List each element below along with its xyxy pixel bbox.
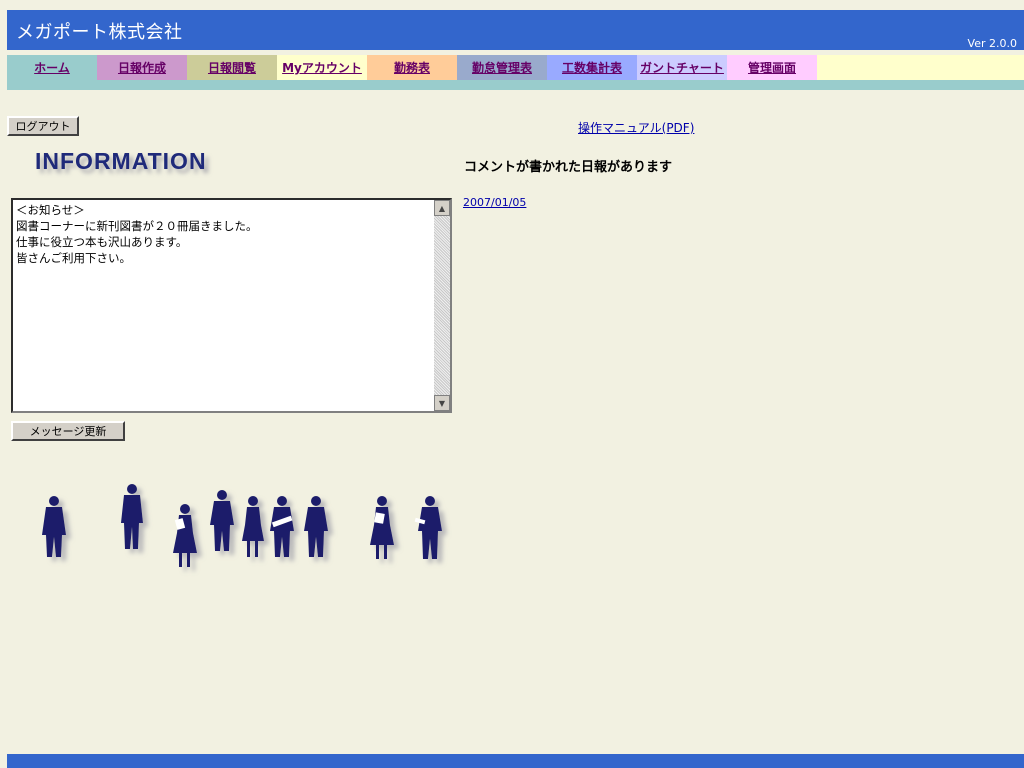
nav-create-report[interactable]: 日報作成	[97, 55, 187, 80]
scroll-down-icon[interactable]: ▼	[434, 395, 450, 411]
logout-button[interactable]: ログアウト	[7, 116, 79, 136]
scroll-up-icon[interactable]: ▲	[434, 200, 450, 216]
main-nav: ホーム 日報作成 日報閲覧 Myアカウント 勤務表 勤怠管理表 工数集計表 ガン…	[7, 55, 1024, 80]
information-logo: INFORMATION	[35, 148, 207, 174]
nav-underline-bar	[7, 80, 1024, 90]
nav-man-hours[interactable]: 工数集計表	[547, 55, 637, 80]
app-header: メガポート株式会社 Ver 2.0.0	[7, 10, 1024, 50]
update-message-button[interactable]: メッセージ更新	[11, 421, 125, 441]
nav-attendance[interactable]: 勤怠管理表	[457, 55, 547, 80]
comment-notice-heading: コメントが書かれた日報があります	[464, 160, 673, 175]
nav-view-reports[interactable]: 日報閲覧	[187, 55, 277, 80]
version-label: Ver 2.0.0	[967, 37, 1017, 50]
comment-report-date-link[interactable]: 2007/01/05	[463, 196, 526, 209]
nav-admin[interactable]: 管理画面	[727, 55, 817, 80]
footer-bar	[7, 754, 1024, 768]
notice-text: ＜お知らせ＞ 図書コーナーに新刊図書が２０冊届きました。 仕事に役立つ本も沢山あ…	[16, 203, 258, 265]
nav-work-schedule[interactable]: 勤務表	[367, 55, 457, 80]
nav-home[interactable]: ホーム	[7, 55, 97, 80]
company-name: メガポート株式会社	[16, 22, 183, 43]
notice-textarea[interactable]: ＜お知らせ＞ 図書コーナーに新刊図書が２０冊届きました。 仕事に役立つ本も沢山あ…	[11, 198, 452, 413]
nav-my-account[interactable]: Myアカウント	[277, 55, 367, 80]
business-people-illustration	[42, 484, 442, 567]
textarea-scrollbar[interactable]: ▲ ▼	[434, 200, 450, 411]
manual-pdf-link[interactable]: 操作マニュアル(PDF)	[578, 119, 694, 136]
nav-gantt-chart[interactable]: ガントチャート	[637, 55, 727, 80]
